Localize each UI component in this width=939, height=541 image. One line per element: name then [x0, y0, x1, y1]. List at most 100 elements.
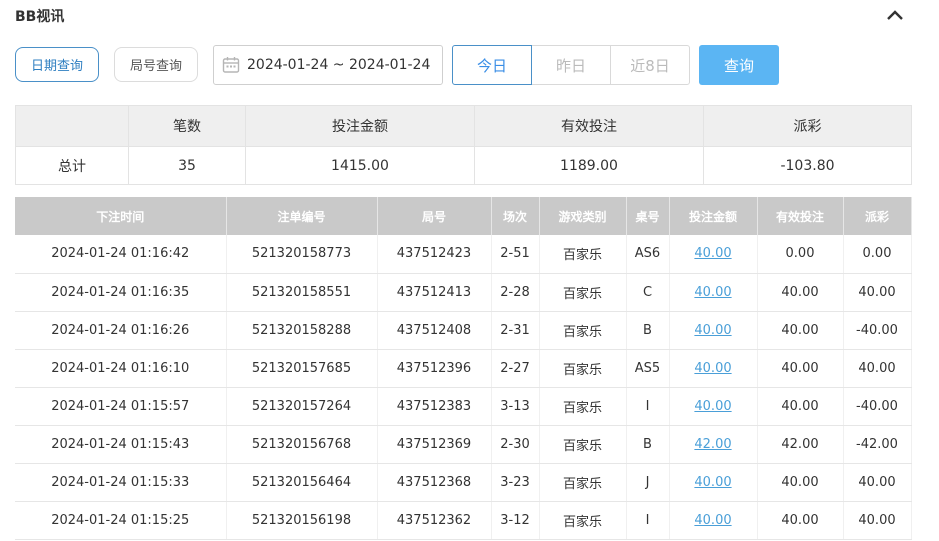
payout-cell: -42.00: [843, 425, 912, 464]
session-cell: 2-30: [491, 425, 540, 464]
round-query-tab[interactable]: 局号查询: [114, 47, 198, 82]
bet-id-cell: 521320156464: [226, 463, 378, 502]
bet-amount-link[interactable]: 40.00: [694, 475, 731, 490]
session-cell: 3-23: [491, 463, 540, 502]
table-row: 2024-01-24 01:16:35 521320158551 437512413…: [15, 273, 912, 312]
valid-bet-cell: 40.00: [757, 273, 844, 312]
bet-id-cell: 521320158551: [226, 273, 378, 312]
bet-amount-link-cell: 40.00: [669, 349, 758, 388]
summary-bet-amount: 1415.00: [245, 146, 475, 185]
table-row: 2024-01-24 01:15:43 521320156768 437512369…: [15, 425, 912, 464]
column-header: 局号: [377, 197, 492, 235]
bet-amount-link-cell: 42.00: [669, 425, 758, 464]
summary-header-cell: [15, 105, 129, 147]
payout-cell: -40.00: [843, 311, 912, 350]
table-id-cell: I: [626, 387, 670, 426]
bet-id-cell: 521320157685: [226, 349, 378, 388]
date-query-tab[interactable]: 日期查询: [15, 47, 99, 82]
bet-amount-link-cell: 40.00: [669, 463, 758, 502]
valid-bet-cell: 40.00: [757, 463, 844, 502]
bet-time-cell: 2024-01-24 01:15:43: [15, 425, 227, 464]
bet-amount-link[interactable]: 40.00: [694, 285, 731, 300]
summary-header-cell: 投注金额: [245, 105, 475, 147]
payout-cell: 40.00: [843, 273, 912, 312]
game-type-cell: 百家乐: [539, 425, 627, 464]
round-id-cell: 437512396: [377, 349, 492, 388]
summary-header-cell: 派彩: [703, 105, 912, 147]
summary-header-cell: 笔数: [128, 105, 246, 147]
last-8-days-button[interactable]: 近8日: [610, 45, 690, 85]
valid-bet-cell: 40.00: [757, 349, 844, 388]
table-id-cell: I: [626, 501, 670, 540]
valid-bet-cell: 0.00: [757, 235, 844, 274]
summary-table: 笔数 投注金额 有效投注 派彩 总计 35 1415.00 1189.00 -1…: [15, 105, 912, 185]
column-header: 场次: [491, 197, 540, 235]
valid-bet-cell: 40.00: [757, 311, 844, 350]
round-id-cell: 437512413: [377, 273, 492, 312]
date-range-value: 2024-01-24 ~ 2024-01-24: [247, 57, 431, 73]
yesterday-button[interactable]: 昨日: [531, 45, 611, 85]
bet-amount-link-cell: 40.00: [669, 501, 758, 540]
column-header: 有效投注: [757, 197, 844, 235]
table-row: 2024-01-24 01:15:57 521320157264 437512383…: [15, 387, 912, 426]
column-header: 注单编号: [226, 197, 378, 235]
bet-id-cell: 521320157264: [226, 387, 378, 426]
game-type-cell: 百家乐: [539, 501, 627, 540]
bet-time-cell: 2024-01-24 01:15:57: [15, 387, 227, 426]
column-header: 派彩: [843, 197, 912, 235]
session-cell: 2-28: [491, 273, 540, 312]
calendar-icon: [222, 57, 240, 73]
valid-bet-cell: 40.00: [757, 501, 844, 540]
column-header: 游戏类别: [539, 197, 627, 235]
column-header: 投注金额: [669, 197, 758, 235]
table-id-cell: AS5: [626, 349, 670, 388]
bet-amount-link[interactable]: 42.00: [694, 437, 731, 452]
column-header: 下注时间: [15, 197, 227, 235]
today-button[interactable]: 今日: [452, 45, 532, 85]
valid-bet-cell: 42.00: [757, 425, 844, 464]
table-id-cell: B: [626, 311, 670, 350]
bet-time-cell: 2024-01-24 01:15:25: [15, 501, 227, 540]
table-header-row: 下注时间 注单编号 局号 场次 游戏类别 桌号 投注金额 有效投注 派彩: [15, 197, 912, 235]
bet-amount-link[interactable]: 40.00: [694, 323, 731, 338]
payout-cell: 40.00: [843, 349, 912, 388]
bet-amount-link-cell: 40.00: [669, 387, 758, 426]
payout-cell: 0.00: [843, 235, 912, 274]
round-id-cell: 437512423: [377, 235, 492, 274]
round-id-cell: 437512362: [377, 501, 492, 540]
round-id-cell: 437512383: [377, 387, 492, 426]
query-button[interactable]: 查询: [699, 45, 779, 85]
bet-id-cell: 521320156198: [226, 501, 378, 540]
bet-amount-link-cell: 40.00: [669, 235, 758, 274]
bet-amount-link-cell: 40.00: [669, 273, 758, 312]
bet-id-cell: 521320158288: [226, 311, 378, 350]
payout-cell: -40.00: [843, 387, 912, 426]
column-header: 桌号: [626, 197, 670, 235]
round-id-cell: 437512368: [377, 463, 492, 502]
session-cell: 3-13: [491, 387, 540, 426]
session-cell: 2-31: [491, 311, 540, 350]
table-id-cell: AS6: [626, 235, 670, 274]
bet-id-cell: 521320156768: [226, 425, 378, 464]
summary-header-cell: 有效投注: [474, 105, 704, 147]
bet-amount-link[interactable]: 40.00: [694, 361, 731, 376]
game-type-cell: 百家乐: [539, 235, 627, 274]
table-id-cell: J: [626, 463, 670, 502]
chevron-up-icon[interactable]: [884, 7, 906, 23]
bet-amount-link[interactable]: 40.00: [694, 513, 731, 528]
bet-time-cell: 2024-01-24 01:16:35: [15, 273, 227, 312]
summary-valid-bet: 1189.00: [474, 146, 704, 185]
game-type-cell: 百家乐: [539, 349, 627, 388]
date-range-picker[interactable]: 2024-01-24 ~ 2024-01-24: [213, 45, 443, 85]
bet-amount-link[interactable]: 40.00: [694, 399, 731, 414]
valid-bet-cell: 40.00: [757, 387, 844, 426]
bet-amount-link[interactable]: 40.00: [694, 246, 731, 261]
bet-time-cell: 2024-01-24 01:15:33: [15, 463, 227, 502]
game-type-cell: 百家乐: [539, 311, 627, 350]
table-row: 2024-01-24 01:16:26 521320158288 437512408…: [15, 311, 912, 350]
table-row: 2024-01-24 01:16:42 521320158773 437512423…: [15, 235, 912, 274]
game-type-cell: 百家乐: [539, 463, 627, 502]
session-cell: 2-27: [491, 349, 540, 388]
bet-amount-link-cell: 40.00: [669, 311, 758, 350]
table-id-cell: C: [626, 273, 670, 312]
